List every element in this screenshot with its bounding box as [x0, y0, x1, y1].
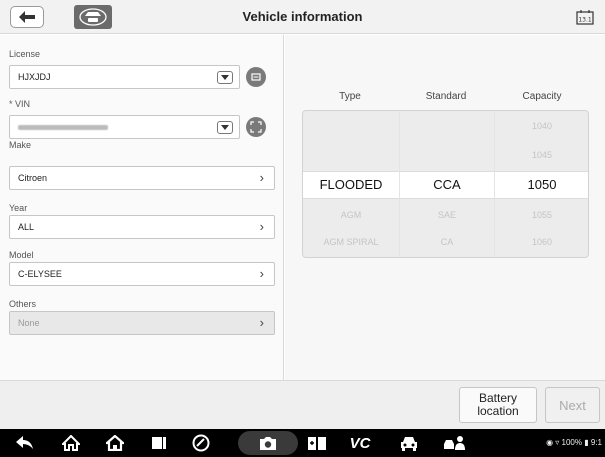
picker-capacity-cell: 1050 [527, 177, 557, 192]
license-label: License [9, 49, 41, 59]
vehicle-form-panel: License HJXJDJ * VIN Make Citroen › Year… [0, 35, 284, 380]
status-area: ◉ ▿ 100% ▮ 9:1 [546, 429, 602, 457]
recent-apps-icon[interactable] [148, 433, 170, 453]
license-value: HJXJDJ [18, 72, 51, 82]
scan-frame-icon [250, 121, 262, 133]
back-icon[interactable] [14, 433, 36, 453]
others-field[interactable]: None › [9, 311, 275, 335]
browser-icon[interactable] [190, 433, 212, 453]
remote-expert-icon[interactable] [442, 433, 468, 453]
vin-dropdown-button[interactable] [217, 121, 233, 134]
license-scan-button[interactable] [246, 67, 266, 87]
make-label: Make [9, 140, 32, 150]
home-icon[interactable] [104, 433, 126, 453]
car-icon[interactable] [398, 433, 420, 453]
picker-type-cell: AGM SPIRAL [323, 237, 379, 247]
model-field[interactable]: C-ELYSEE › [9, 262, 275, 286]
title-bar: Vehicle information 13.1 [0, 0, 605, 34]
picker-type-cell: FLOODED [319, 177, 383, 192]
column-header-standard: Standard [425, 91, 467, 102]
clock: 9:1 [590, 438, 602, 447]
vci-icon[interactable]: VC [346, 433, 374, 453]
picker-row[interactable]: AGM SPIRAL CA 1060 [303, 232, 588, 252]
battery-icon: ▮ [584, 438, 589, 447]
chevron-right-icon: › [259, 219, 264, 234]
picker-divider [399, 111, 400, 257]
make-field[interactable]: Citroen › [9, 166, 275, 190]
camera-icon[interactable] [257, 433, 279, 453]
multi-display-icon[interactable] [306, 433, 328, 453]
column-header-capacity: Capacity [522, 91, 562, 102]
picker-capacity-cell: 1055 [531, 210, 553, 220]
bottom-action-bar: Battery location Next [0, 380, 605, 429]
picker-capacity-cell: 1040 [531, 121, 553, 131]
picker-capacity-cell: 1060 [531, 237, 553, 247]
chevron-right-icon: › [259, 266, 264, 281]
chevron-right-icon: › [259, 170, 264, 185]
others-value: None [18, 318, 40, 328]
location-icon: ◉ [546, 438, 554, 447]
column-header-type: Type [339, 91, 361, 102]
vin-field[interactable] [9, 115, 240, 139]
svg-text:13.1: 13.1 [578, 17, 592, 24]
vin-label: * VIN [9, 99, 31, 109]
scan-plate-icon [251, 73, 261, 81]
home-outline-icon[interactable] [60, 433, 82, 453]
system-nav-bar: VC ◉ ▿ 100% ▮ 9:1 [0, 429, 605, 457]
battery-percent: 100% [561, 438, 582, 447]
battery-panel: Type Standard Capacity 1040 1045 FLOODED… [285, 35, 605, 380]
license-dropdown-button[interactable] [217, 71, 233, 84]
year-field[interactable]: ALL › [9, 215, 275, 239]
picker-standard-cell: CA [440, 237, 454, 247]
picker-standard-cell: CCA [433, 177, 461, 192]
picker-row[interactable]: AGM SAE 1055 [303, 205, 588, 225]
picker-standard-cell: SAE [437, 210, 456, 220]
version-badge-icon[interactable]: 13.1 [576, 9, 594, 25]
others-label: Others [9, 299, 37, 309]
picker-row[interactable]: 1040 [303, 116, 588, 136]
year-label: Year [9, 203, 28, 213]
battery-picker[interactable]: 1040 1045 FLOODED CCA 1050 AGM SAE 1055 … [302, 110, 589, 258]
picker-type-cell: AGM [340, 210, 362, 220]
vin-scan-button-2[interactable] [246, 117, 266, 137]
picker-row[interactable]: 1045 [303, 145, 588, 165]
chevron-right-icon: › [259, 315, 264, 330]
model-value: C-ELYSEE [18, 269, 62, 279]
picker-capacity-cell: 1045 [531, 150, 553, 160]
license-field[interactable]: HJXJDJ [9, 65, 240, 89]
make-value: Citroen [18, 173, 48, 183]
year-value: ALL [18, 222, 35, 232]
vin-value-redacted [18, 125, 108, 131]
wifi-icon: ▿ [555, 438, 560, 447]
picker-row-selected[interactable]: FLOODED CCA 1050 [303, 171, 588, 199]
picker-divider [494, 111, 495, 257]
next-button[interactable]: Next [545, 387, 600, 423]
model-label: Model [9, 250, 34, 260]
battery-location-button[interactable]: Battery location [459, 387, 537, 423]
page-title: Vehicle information [242, 9, 363, 24]
